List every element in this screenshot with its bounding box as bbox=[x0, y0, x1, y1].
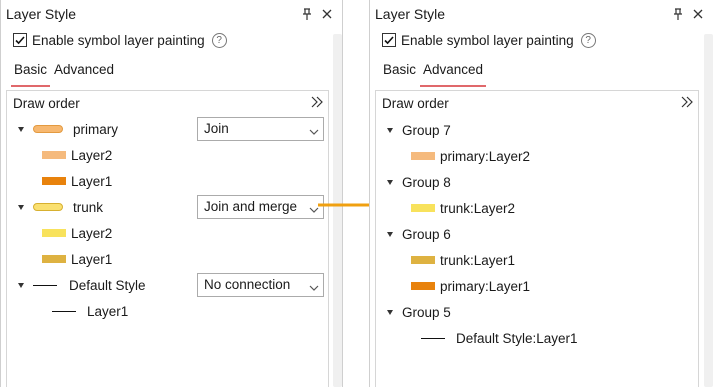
connection-value: Join and merge bbox=[204, 199, 298, 214]
caret-down-icon[interactable] bbox=[18, 282, 24, 288]
chevron-down-icon bbox=[308, 123, 320, 135]
layer-label: Layer1 bbox=[71, 173, 113, 189]
group-label: Group 6 bbox=[402, 226, 451, 242]
group-label: Group 7 bbox=[402, 122, 451, 138]
layer-swatch bbox=[411, 204, 435, 212]
connection-select-default-style[interactable]: No connection bbox=[197, 273, 324, 297]
caret-down-icon[interactable] bbox=[387, 127, 393, 133]
group-label: Group 5 bbox=[402, 304, 451, 320]
pin-icon[interactable] bbox=[298, 4, 316, 24]
draw-order-list: Draw order Group 7 primary:Layer2 Group … bbox=[375, 90, 699, 387]
help-icon[interactable]: ? bbox=[211, 32, 227, 48]
layer-label: Layer2 bbox=[71, 147, 113, 163]
enable-symbol-layer-painting[interactable]: Enable symbol layer painting ? bbox=[13, 31, 227, 49]
layer-label: Layer1 bbox=[87, 303, 129, 319]
layer-label: Layer2 bbox=[71, 225, 113, 241]
caret-down-icon[interactable] bbox=[387, 179, 393, 185]
layer-swatch bbox=[42, 255, 66, 263]
draw-order-label: Draw order bbox=[382, 96, 449, 111]
layer-swatch bbox=[411, 256, 435, 264]
vertical-scrollbar[interactable] bbox=[704, 34, 713, 387]
primary-symbol-swatch bbox=[33, 125, 63, 133]
enable-checkbox[interactable] bbox=[382, 33, 396, 47]
tab-basic[interactable]: Basic bbox=[380, 61, 419, 87]
group-item-row[interactable]: primary:Layer1 bbox=[411, 276, 530, 296]
layer-swatch bbox=[42, 229, 66, 237]
enable-label: Enable symbol layer painting bbox=[401, 32, 574, 48]
enable-symbol-layer-painting[interactable]: Enable symbol layer painting ? bbox=[382, 31, 596, 49]
layer-row[interactable]: Layer2 bbox=[42, 145, 112, 165]
trunk-symbol-swatch bbox=[33, 203, 63, 211]
group-item-label: trunk:Layer2 bbox=[440, 200, 516, 216]
pin-icon[interactable] bbox=[669, 4, 687, 24]
group-row[interactable]: Group 8 bbox=[387, 172, 451, 192]
tab-basic[interactable]: Basic bbox=[11, 61, 51, 87]
layer-swatch bbox=[411, 282, 435, 290]
group-label: trunk bbox=[73, 199, 104, 215]
group-row[interactable]: Group 6 bbox=[387, 224, 451, 244]
draw-order-list: Draw order primary Join Layer2 Layer1 tr… bbox=[6, 90, 329, 387]
connection-value: Join bbox=[204, 121, 229, 136]
group-item-row[interactable]: Default Style:Layer1 bbox=[421, 328, 578, 348]
enable-checkbox[interactable] bbox=[13, 33, 27, 47]
tab-advanced[interactable]: Advanced bbox=[51, 61, 117, 87]
layer-line-swatch bbox=[52, 310, 76, 312]
group-row-trunk[interactable]: trunk bbox=[18, 197, 103, 217]
group-row-default-style[interactable]: Default Style bbox=[18, 275, 146, 295]
chevron-down-icon bbox=[308, 279, 320, 291]
default-style-line-swatch bbox=[33, 284, 57, 286]
group-item-label: trunk:Layer1 bbox=[440, 252, 516, 268]
help-icon[interactable]: ? bbox=[580, 32, 596, 48]
layer-row[interactable]: Layer1 bbox=[42, 171, 112, 191]
panel-title: Layer Style bbox=[375, 6, 446, 22]
caret-down-icon[interactable] bbox=[18, 204, 24, 210]
panel-titlebar: Layer Style bbox=[1, 0, 342, 28]
layer-label: Layer1 bbox=[71, 251, 113, 267]
caret-down-icon[interactable] bbox=[387, 309, 393, 315]
group-item-label: primary:Layer1 bbox=[440, 278, 531, 294]
connection-select-primary[interactable]: Join bbox=[197, 117, 324, 141]
close-icon[interactable] bbox=[318, 4, 336, 24]
panel-title: Layer Style bbox=[6, 6, 77, 22]
layer-row[interactable]: Layer1 bbox=[52, 301, 128, 321]
group-item-row[interactable]: trunk:Layer2 bbox=[411, 198, 515, 218]
group-item-row[interactable]: primary:Layer2 bbox=[411, 146, 530, 166]
connection-value: No connection bbox=[204, 277, 291, 292]
layer-style-panel-advanced: Layer Style Enable symbol layer painting… bbox=[369, 0, 713, 387]
tab-advanced[interactable]: Advanced bbox=[420, 61, 487, 87]
group-label: Default Style bbox=[69, 277, 146, 293]
layer-line-swatch bbox=[421, 337, 445, 339]
group-row[interactable]: Group 5 bbox=[387, 302, 451, 322]
group-item-label: primary:Layer2 bbox=[440, 148, 531, 164]
layer-swatch bbox=[411, 152, 435, 160]
caret-down-icon[interactable] bbox=[18, 126, 24, 132]
double-chevron-right-icon[interactable] bbox=[310, 95, 324, 109]
group-label: Group 8 bbox=[402, 174, 451, 190]
layer-row[interactable]: Layer2 bbox=[42, 223, 112, 243]
enable-label: Enable symbol layer painting bbox=[32, 32, 205, 48]
layer-swatch bbox=[42, 177, 66, 185]
group-item-row[interactable]: trunk:Layer1 bbox=[411, 250, 515, 270]
connection-select-trunk[interactable]: Join and merge bbox=[197, 195, 324, 219]
caret-down-icon[interactable] bbox=[387, 231, 393, 237]
draw-order-label: Draw order bbox=[13, 96, 80, 111]
layer-row[interactable]: Layer1 bbox=[42, 249, 112, 269]
group-label: primary bbox=[73, 121, 119, 137]
layer-style-panel-basic: Layer Style Enable symbol layer painting… bbox=[0, 0, 343, 387]
group-row[interactable]: Group 7 bbox=[387, 120, 451, 140]
layer-swatch bbox=[42, 151, 66, 159]
panel-titlebar: Layer Style bbox=[370, 0, 713, 28]
close-icon[interactable] bbox=[689, 4, 707, 24]
group-row-primary[interactable]: primary bbox=[18, 119, 118, 139]
double-chevron-right-icon[interactable] bbox=[680, 95, 694, 109]
group-item-label: Default Style:Layer1 bbox=[456, 330, 578, 346]
